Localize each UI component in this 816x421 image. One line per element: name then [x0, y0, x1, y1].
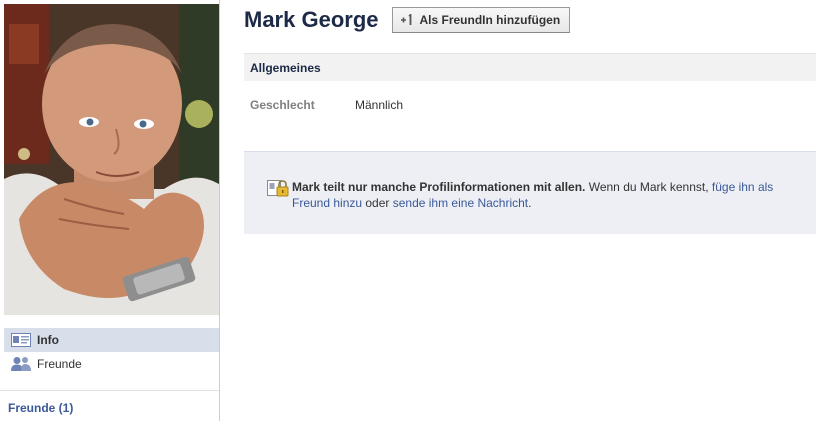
friends-count-link[interactable]: Freunde (1)	[8, 401, 73, 415]
profile-photo-image	[4, 4, 219, 315]
lock-icon	[267, 179, 289, 197]
add-friend-label: Als FreundIn hinzufügen	[419, 13, 561, 27]
main-column: Mark George Als FreundIn hinzufügen Allg…	[244, 0, 816, 421]
privacy-content: Mark teilt nur manche Profilinformatione…	[267, 179, 812, 211]
profile-photo[interactable]	[4, 4, 219, 315]
privacy-bold-text: Mark teilt nur manche Profilinformatione…	[292, 180, 586, 194]
general-section-title: Allgemeines	[250, 60, 321, 75]
profile-name: Mark George	[244, 7, 379, 32]
send-message-link[interactable]: sende ihm eine Nachricht	[393, 196, 528, 210]
add-friend-icon	[400, 14, 414, 26]
general-section-header: Allgemeines	[244, 53, 816, 81]
privacy-text-2: oder	[362, 196, 393, 210]
nav-item-info[interactable]: Info	[4, 328, 219, 352]
add-friend-button[interactable]: Als FreundIn hinzufügen	[391, 7, 571, 33]
friends-icon	[10, 356, 32, 372]
privacy-text-3: .	[528, 196, 532, 210]
profile-header: Mark George Als FreundIn hinzufügen	[244, 5, 571, 35]
info-card-icon	[10, 332, 32, 348]
info-label-gender: Geschlecht	[250, 98, 315, 112]
friends-section: Freunde (1)	[0, 390, 219, 415]
left-column: Info Freunde Freunde (1)	[0, 0, 220, 421]
nav-item-friends[interactable]: Freunde	[4, 352, 219, 376]
privacy-text: Mark teilt nur manche Profilinformatione…	[292, 179, 812, 211]
nav-item-friends-label: Freunde	[37, 357, 82, 371]
left-nav: Info Freunde	[4, 328, 219, 376]
privacy-text-1: Wenn du Mark kennst,	[585, 180, 712, 194]
info-row-gender: Geschlecht Männlich	[250, 98, 403, 112]
info-value-gender: Männlich	[355, 98, 404, 112]
nav-item-info-label: Info	[37, 333, 59, 347]
privacy-notice: Mark teilt nur manche Profilinformatione…	[244, 151, 816, 234]
